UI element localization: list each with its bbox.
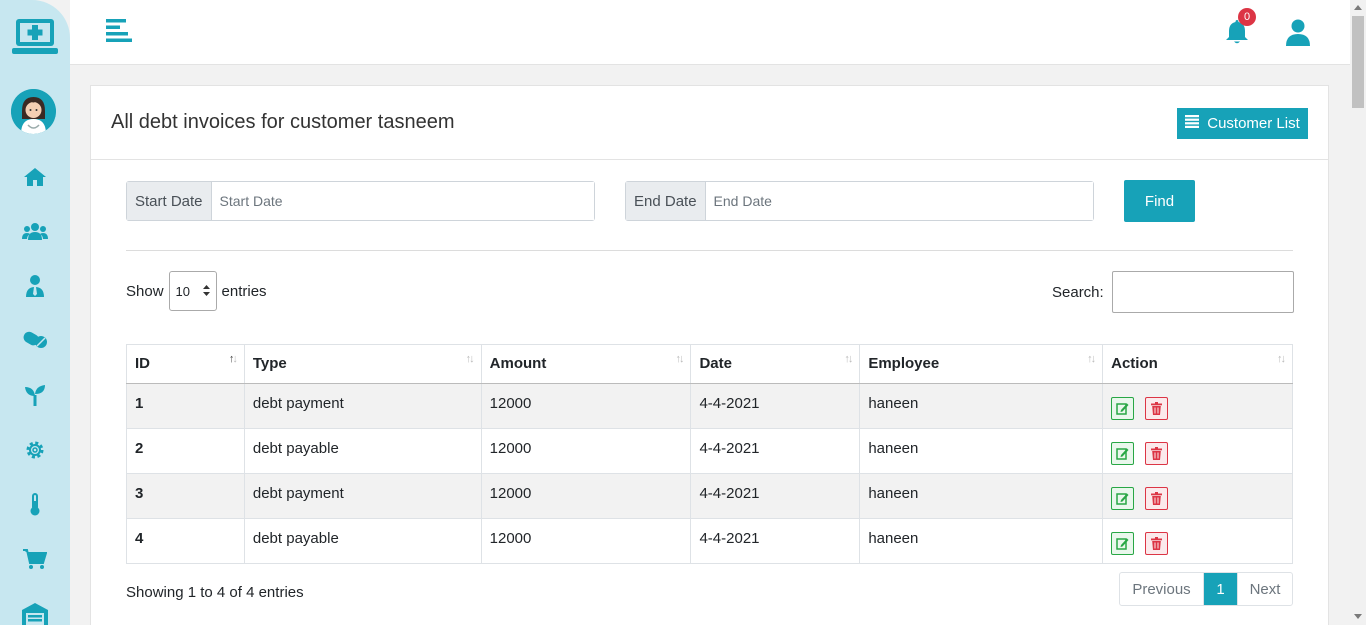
- trash-icon[interactable]: [1145, 442, 1169, 465]
- length-control: Show 10 entries: [126, 271, 267, 311]
- cell-amount: 12000: [480, 383, 692, 429]
- cell-amount: 12000: [480, 428, 692, 474]
- show-label: Show: [126, 282, 164, 300]
- cell-employee: haneen: [859, 383, 1104, 429]
- table-row: 3 debt payment 12000 4-4-2021 haneen: [126, 473, 1293, 519]
- table-row: 1 debt payment 12000 4-4-2021 haneen: [126, 383, 1293, 429]
- select-arrows-icon: [202, 284, 210, 299]
- cell-action: [1102, 518, 1293, 564]
- cell-type: debt payable: [243, 518, 482, 564]
- end-date-group: End Date: [625, 181, 1094, 221]
- card-header: All debt invoices for customer tasneem C…: [91, 86, 1328, 160]
- start-date-group: Start Date: [126, 181, 595, 221]
- cart-icon[interactable]: [22, 546, 48, 572]
- trash-icon[interactable]: [1145, 532, 1169, 555]
- sort-icon: ↑↓: [465, 353, 475, 365]
- scroll-up-icon[interactable]: [1354, 5, 1362, 10]
- sort-icon: ↑↓: [1087, 353, 1096, 365]
- cell-type: debt payment: [243, 473, 482, 519]
- table-header-row: ID ↑↓ Type ↑↓ Amount ↑↓ Date ↑↓ Employee ↑↓ A…: [126, 344, 1293, 384]
- cell-date: 4-4-2021: [690, 518, 861, 564]
- invoices-card: All debt invoices for customer tasneem C…: [90, 85, 1329, 625]
- edit-icon[interactable]: [1111, 442, 1135, 465]
- gear-icon[interactable]: [22, 437, 48, 463]
- pills-icon[interactable]: [22, 327, 48, 353]
- column-header-action[interactable]: Action ↑↓: [1102, 344, 1293, 384]
- doctor-avatar[interactable]: [11, 89, 56, 134]
- user-tie-icon[interactable]: [22, 273, 48, 299]
- divider: [126, 250, 1293, 251]
- sidebar: [0, 0, 70, 625]
- cell-amount: 12000: [480, 518, 692, 564]
- sort-icon: ↑↓: [1277, 353, 1286, 365]
- cell-id: 3: [126, 473, 245, 519]
- table-row: 2 debt payable 12000 4-4-2021 haneen: [126, 428, 1293, 474]
- edit-icon[interactable]: [1111, 487, 1135, 510]
- cell-date: 4-4-2021: [690, 383, 861, 429]
- cell-id: 1: [126, 383, 245, 429]
- clinic-monitor-logo-icon[interactable]: [12, 17, 58, 57]
- entries-label: entries: [221, 282, 267, 300]
- column-header-type[interactable]: Type ↑↓: [243, 344, 482, 384]
- edit-icon[interactable]: [1111, 532, 1135, 555]
- start-date-input[interactable]: [211, 182, 594, 220]
- entries-length-select[interactable]: 10: [168, 271, 217, 311]
- invoices-table: ID ↑↓ Type ↑↓ Amount ↑↓ Date ↑↓ Employee ↑↓ A…: [126, 344, 1293, 564]
- cell-id: 4: [126, 518, 245, 564]
- page-scrollbar[interactable]: [1350, 0, 1366, 625]
- page-1-button[interactable]: 1: [1204, 573, 1237, 605]
- page-title: All debt invoices for customer tasneem: [111, 111, 455, 133]
- notification-badge: 0: [1238, 8, 1256, 26]
- cell-action: [1102, 428, 1293, 474]
- list-icon: [1185, 115, 1200, 132]
- cell-action: [1102, 473, 1293, 519]
- cell-type: debt payment: [243, 383, 482, 429]
- search-label: Search:: [1052, 283, 1104, 301]
- menu-toggle-icon[interactable]: [106, 19, 132, 43]
- cell-type: debt payable: [243, 428, 482, 474]
- cell-employee: haneen: [859, 473, 1104, 519]
- top-navbar: 0: [70, 0, 1350, 65]
- column-header-amount[interactable]: Amount ↑↓: [480, 344, 692, 384]
- customer-list-button[interactable]: Customer List: [1177, 108, 1308, 139]
- edit-icon[interactable]: [1111, 397, 1135, 420]
- search-control: Search:: [1052, 271, 1294, 313]
- seedling-icon[interactable]: [22, 382, 48, 408]
- column-header-id[interactable]: ID ↑↓: [126, 344, 245, 384]
- sort-icon: ↑↓: [228, 353, 238, 365]
- cell-employee: haneen: [859, 428, 1104, 474]
- cell-date: 4-4-2021: [690, 473, 861, 519]
- thermometer-icon[interactable]: [22, 492, 48, 518]
- cell-employee: haneen: [859, 518, 1104, 564]
- column-header-employee[interactable]: Employee ↑↓: [859, 344, 1104, 384]
- column-header-date[interactable]: Date ↑↓: [690, 344, 861, 384]
- scroll-thumb[interactable]: [1352, 16, 1364, 108]
- trash-icon[interactable]: [1145, 397, 1169, 420]
- customer-list-label: Customer List: [1207, 115, 1300, 132]
- user-profile-icon[interactable]: [1285, 19, 1311, 46]
- start-date-label: Start Date: [127, 182, 212, 220]
- home-icon[interactable]: [22, 164, 48, 190]
- end-date-label: End Date: [626, 182, 706, 220]
- trash-icon[interactable]: [1145, 487, 1169, 510]
- cell-action: [1102, 383, 1293, 429]
- warehouse-icon[interactable]: [22, 601, 48, 625]
- length-value: 10: [175, 283, 190, 299]
- users-icon[interactable]: [22, 218, 48, 244]
- table-info: Showing 1 to 4 of 4 entries: [126, 584, 304, 601]
- search-input[interactable]: [1111, 271, 1294, 313]
- next-page-button[interactable]: Next: [1237, 573, 1292, 605]
- cell-amount: 12000: [480, 473, 692, 519]
- cell-id: 2: [126, 428, 245, 474]
- previous-page-button[interactable]: Previous: [1120, 573, 1204, 605]
- cell-date: 4-4-2021: [690, 428, 861, 474]
- scroll-down-icon[interactable]: [1354, 614, 1362, 619]
- sort-icon: ↑↓: [844, 353, 853, 365]
- pagination: Previous 1 Next: [1119, 572, 1293, 606]
- find-button[interactable]: Find: [1124, 180, 1195, 222]
- end-date-input[interactable]: [705, 182, 1093, 220]
- table-row: 4 debt payable 12000 4-4-2021 haneen: [126, 518, 1293, 564]
- sort-icon: ↑↓: [675, 353, 684, 365]
